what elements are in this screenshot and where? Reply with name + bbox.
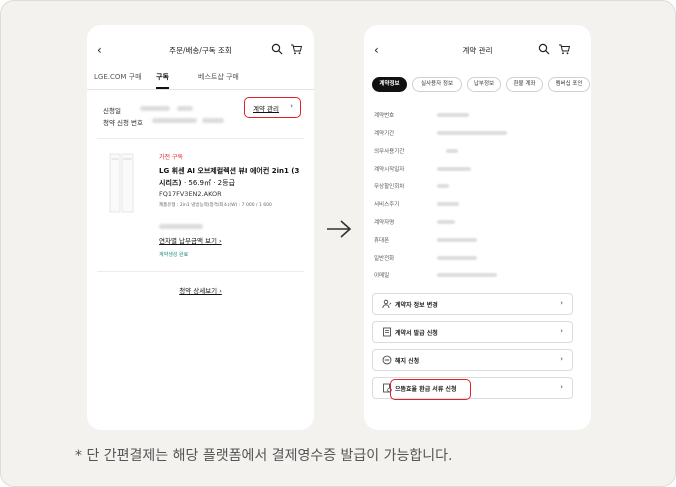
chevron-right-icon: › [290,102,293,110]
yearly-payment-link[interactable]: 연차별 납부금액 보기 › [159,235,222,245]
order-tabs: LGE.COM 구매 구독 베스트샵 구매 [87,68,314,90]
issue-contract-label: 계약서 발급 신청 [395,330,438,337]
guide-frame: ‹ 주문/배송/구독 조회 LGE.COM 구매 구독 베스트샵 구매 신청일 … [0,0,676,487]
info-label: 이메일 [374,273,390,279]
chevron-right-icon: › [560,355,563,363]
header: ‹ 계약 관리 [364,25,591,75]
divider [97,271,304,272]
product-spec-inline: · 56.9㎡ · 2등급 [183,179,236,187]
highlight-callout [390,379,471,400]
blurred-value [437,273,497,277]
info-label: 계약번호 [374,113,395,119]
info-label: 일반전화 [374,256,395,262]
blurred-value [437,238,477,242]
apply-no-extra-blurred [202,118,224,123]
info-contract-no: 계약번호 [374,111,584,121]
tab-payment-info[interactable]: 납부정보 [467,77,501,92]
blurred-value [437,220,455,224]
apply-date-value-blurred [140,106,170,111]
document-icon [382,327,392,337]
apply-no-label: 청약 신청 번호 [103,119,144,127]
air-conditioner-image [109,153,134,213]
product-name: LG 휘센 AI 오브제컬렉션 뷰I 에어컨 2in1 (3시리즈) · 56.… [159,165,304,189]
product-price-blurred [159,224,203,229]
tab-user-info[interactable]: 실사용자 정보 [412,77,462,92]
info-label: 무상할인회차 [374,184,405,190]
info-obligation-period: 의무사용기간 [374,147,584,157]
blurred-value [437,202,459,206]
product-model: FQ17FV3EN2.AKOR [159,190,222,198]
tab-refund-account[interactable]: 환불 계좌 [506,77,543,92]
page-title: 계약 관리 [462,46,493,55]
change-contractor-label: 계약자 정보 변경 [395,302,438,309]
chevron-right-icon: › [560,299,563,307]
cart-icon[interactable] [290,43,302,55]
contract-manage-screen: ‹ 계약 관리 계약정보 실사용자 정보 납부정보 환불 계좌 멤버십 포인 계… [364,25,591,430]
divider [97,138,304,139]
yearly-payment-label: 연차별 납부금액 보기 [159,237,217,245]
blurred-value [437,113,469,117]
cancel-contract-label: 해지 신청 [395,358,420,365]
tab-subscription[interactable]: 구독 [156,72,169,89]
info-label: 의무사용기간 [374,149,405,155]
arrow-right-icon [325,218,353,240]
info-label: 계약시작일자 [374,167,405,173]
user-edit-icon [382,299,392,309]
info-start-date: 계약시작일자 [374,165,584,175]
search-icon[interactable] [271,43,283,55]
chevron-right-icon: › [560,383,563,391]
info-label: 휴대폰 [374,238,390,244]
blurred-value [437,256,477,260]
order-lookup-screen: ‹ 주문/배송/구독 조회 LGE.COM 구매 구독 베스트샵 구매 신청일 … [87,25,314,430]
blurred-value [437,131,507,135]
subscription-detail-link[interactable]: 청약 상세보기 › [87,285,314,295]
blurred-value [437,167,471,171]
footnote: * 단 간편결제는 해당 플랫폼에서 결제영수증 발급이 가능합니다. [75,448,453,464]
info-label: 계약기간 [374,131,395,137]
info-email: 이메일 [374,271,584,281]
apply-no-value-blurred [152,118,197,123]
change-contractor-button[interactable]: 계약자 정보 변경 › [372,293,573,315]
subscription-detail-label: 청약 상세보기 [179,287,218,295]
contract-tabs: 계약정보 실사용자 정보 납부정보 환불 계좌 멤버십 포인 [372,77,590,93]
blurred-value [437,184,449,188]
info-contract-period: 계약기간 [374,129,584,139]
contract-manage-button[interactable]: 계약 관리 › [244,97,301,118]
cancel-circle-icon [382,355,392,365]
issue-contract-button[interactable]: 계약서 발급 신청 › [372,321,573,343]
info-service-cycle: 서비스주기 [374,200,584,210]
info-free-discount: 무상할인회차 [374,182,584,192]
search-icon[interactable] [538,43,550,55]
tab-contract-info[interactable]: 계약정보 [372,77,407,92]
chevron-right-icon: › [560,327,563,335]
info-label: 서비스주기 [374,202,400,208]
apply-date-extra-blurred [177,106,193,111]
cart-icon[interactable] [558,43,570,55]
tab-lge[interactable]: LGE.COM 구매 [94,72,142,87]
contract-manage-label: 계약 관리 [253,105,279,113]
cancel-contract-button[interactable]: 해지 신청 › [372,349,573,371]
info-contractor-name: 계약자명 [374,218,584,228]
product-spec-detail: 제품유형 : 2in1 냉방능력(정격/최소)(W) : 7 000 / 1 6… [159,203,272,208]
info-label: 계약자명 [374,220,395,226]
info-phone: 일반전화 [374,254,584,264]
apply-date-label: 신청일 [103,107,121,115]
product-tag: 가전 구독 [159,154,183,161]
tab-bestshop[interactable]: 베스트샵 구매 [198,72,239,87]
tab-membership-point[interactable]: 멤버십 포인 [548,77,590,92]
info-mobile: 휴대폰 [374,236,584,246]
blurred-value [446,149,458,153]
status-badge: 계약생성 완료 [159,252,189,258]
